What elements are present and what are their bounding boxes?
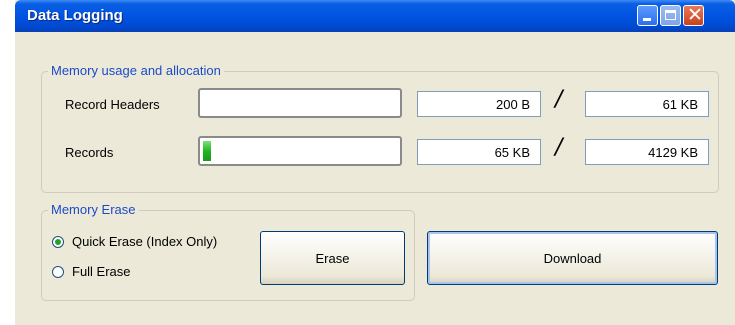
record-headers-used-field: 200 B bbox=[417, 91, 541, 117]
title-bar[interactable]: Data Logging ✕ bbox=[15, 0, 735, 32]
close-icon: ✕ bbox=[687, 4, 703, 26]
records-progress-bar bbox=[198, 136, 402, 166]
records-used-field: 65 KB bbox=[417, 139, 541, 165]
maximize-icon bbox=[665, 10, 676, 20]
full-erase-radio-dot[interactable] bbox=[52, 265, 64, 278]
records-total-field: 4129 KB bbox=[585, 139, 709, 165]
minimize-icon bbox=[643, 18, 651, 21]
minimize-button[interactable] bbox=[637, 5, 658, 26]
download-button[interactable]: Download bbox=[427, 231, 718, 285]
records-label: Records bbox=[65, 145, 114, 160]
record-headers-total-field: 61 KB bbox=[585, 91, 709, 117]
erase-button[interactable]: Erase bbox=[260, 231, 405, 285]
full-erase-radio[interactable]: Full Erase bbox=[52, 264, 131, 279]
memory-erase-legend: Memory Erase bbox=[48, 202, 139, 217]
records-progress-fill bbox=[203, 141, 211, 161]
record-headers-label: Record Headers bbox=[65, 97, 160, 112]
records-separator: / bbox=[555, 135, 563, 160]
quick-erase-radio[interactable]: Quick Erase (Index Only) bbox=[52, 234, 217, 249]
memory-usage-legend: Memory usage and allocation bbox=[48, 63, 224, 78]
full-erase-label: Full Erase bbox=[72, 264, 131, 279]
record-headers-progress-bar bbox=[198, 88, 402, 118]
data-logging-window: Data Logging ✕ Memory usage and allocati… bbox=[15, 0, 735, 325]
record-headers-separator: / bbox=[555, 87, 563, 112]
quick-erase-radio-dot[interactable] bbox=[52, 235, 64, 248]
maximize-button[interactable] bbox=[660, 5, 681, 26]
close-button[interactable]: ✕ bbox=[683, 4, 704, 26]
quick-erase-label: Quick Erase (Index Only) bbox=[72, 234, 218, 249]
window-title: Data Logging bbox=[27, 7, 123, 24]
